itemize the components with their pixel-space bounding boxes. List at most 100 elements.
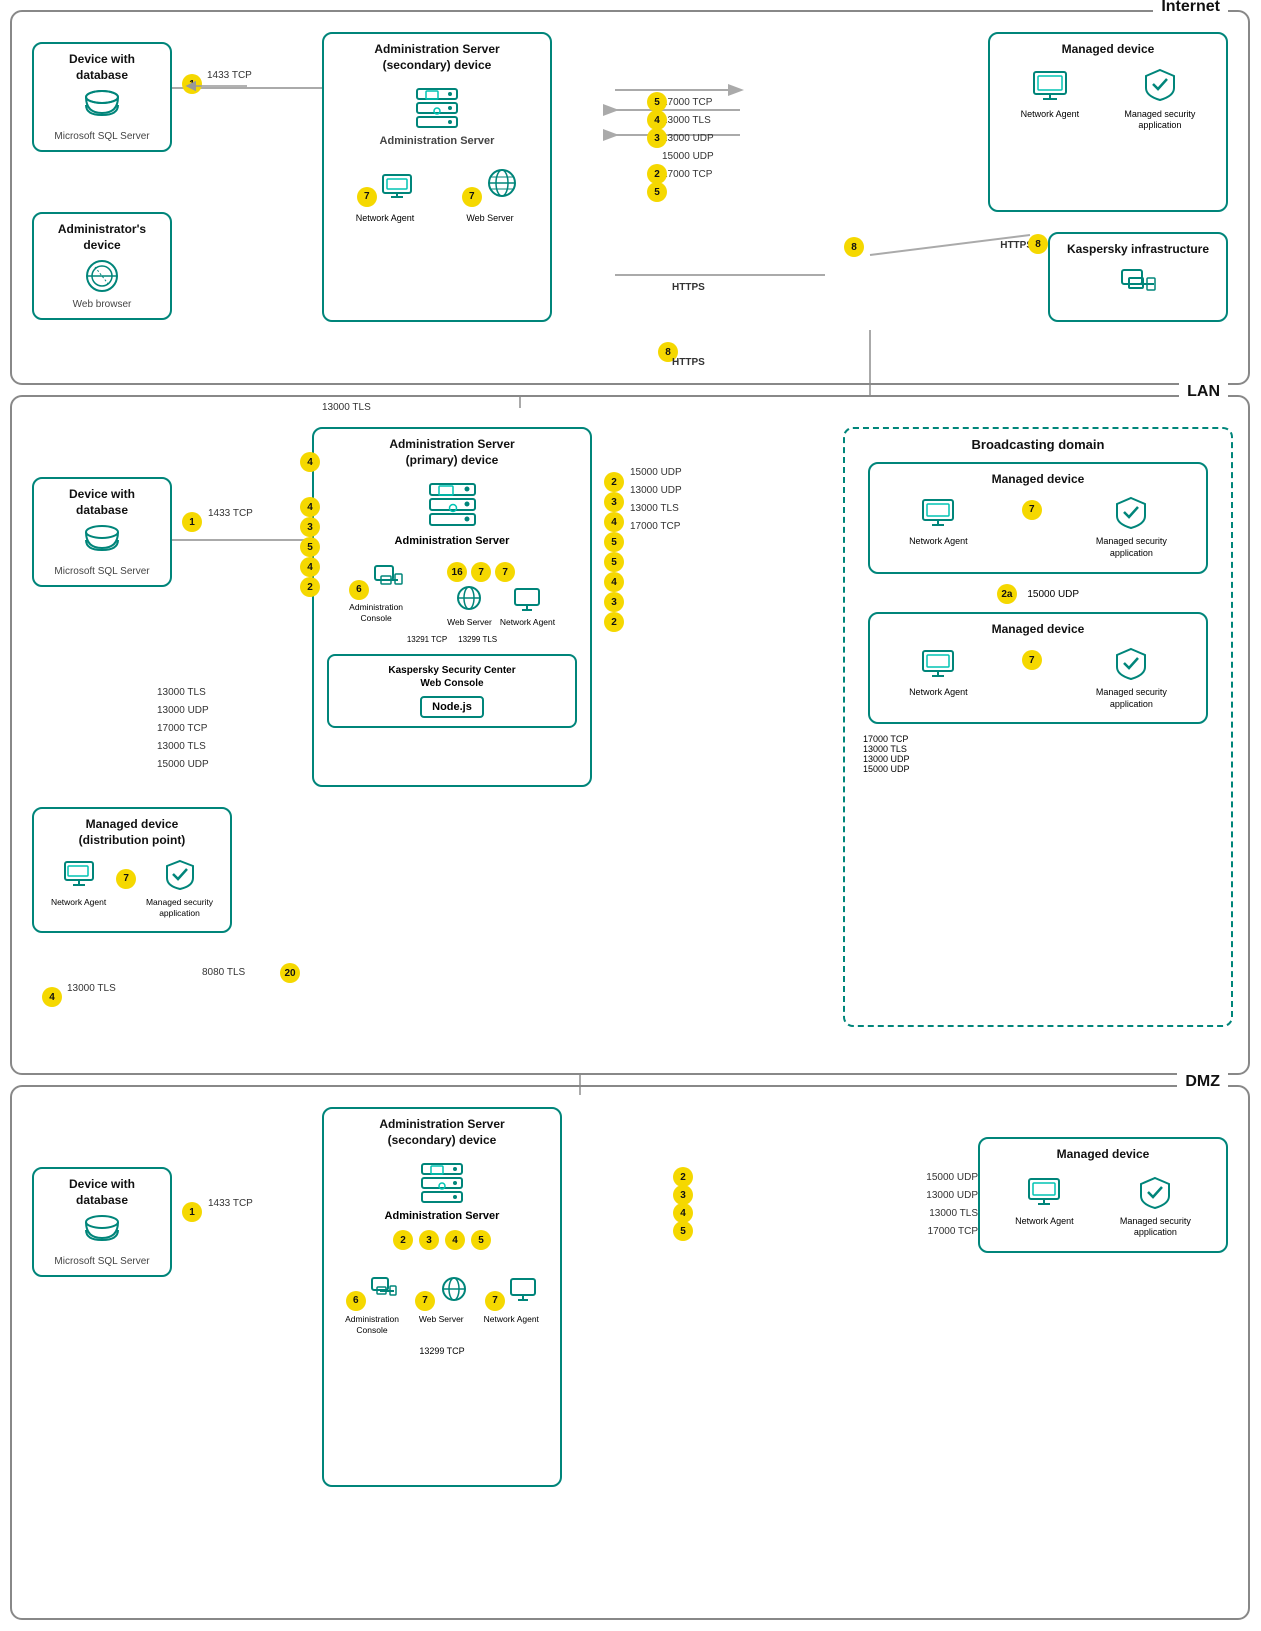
admin-console-icon-lan: [373, 562, 403, 592]
internet-db-subtitle: Microsoft SQL Server: [42, 131, 162, 142]
managed-security-bd1: [1114, 495, 1148, 529]
badge-4-13000tls-internet: 4: [647, 110, 667, 130]
port-15000udp-2a: 15000 UDP: [1027, 589, 1079, 600]
badge-7-websvr-dmz: 7: [415, 1291, 435, 1311]
badge-2-lan-left: 2: [300, 577, 320, 597]
port-13000tls-dmz: 13000 TLS: [929, 1208, 978, 1219]
database-icon-dmz: [82, 1212, 122, 1252]
lan-zone: LAN 13000 TLS Device with database Micro…: [10, 395, 1250, 1075]
badge-1-lan: 1: [182, 512, 202, 532]
port-17000tcp-lan-right: 17000 TCP: [630, 521, 680, 532]
badge-3b-lan-right: 3: [604, 592, 624, 612]
port-15000udp-lan-right: 15000 UDP: [630, 467, 682, 478]
web-server-label-dmz: Web Server: [415, 1314, 467, 1324]
network-agent-bd2-label: Network Agent: [909, 687, 968, 697]
lan-admin-primary-box: Administration Server(primary) device Ad…: [312, 427, 592, 787]
database-icon: [82, 87, 122, 127]
badge-4-dp-bottom: 4: [42, 987, 62, 1007]
badge-4-top-lan: 4: [300, 452, 320, 472]
badge-2-dmz-port: 2: [673, 1167, 693, 1187]
server-icon-dmz: [417, 1156, 467, 1206]
ports-bd-bottom: 17000 TCP 13000 TLS 13000 UDP 15000 UDP: [853, 734, 1223, 774]
badge-20-lan: 20: [280, 963, 300, 983]
badge-16-lan: 16: [447, 562, 467, 582]
internet-db-device: Device with database Microsoft SQL Serve…: [32, 42, 172, 152]
badge-7-dp: 7: [116, 869, 136, 889]
badge-4c-lan-right: 4: [604, 572, 624, 592]
diagram-container: Internet Device with database Microsoft …: [0, 0, 1261, 1631]
badge-2-lan-right: 2: [604, 472, 624, 492]
badge-2a-lan: 2a: [997, 584, 1017, 604]
port-13000udp-lan-right: 13000 UDP: [630, 485, 682, 496]
badge-7-netagt-internet: 7: [357, 187, 377, 207]
broadcasting-managed-1-title: Managed device: [878, 472, 1198, 488]
badge-7-websvr-lan: 7: [471, 562, 491, 582]
badge-5-lan-right: 5: [604, 532, 624, 552]
badge-5b-internet: 5: [647, 182, 667, 202]
managed-security-dmz: [1138, 1175, 1172, 1209]
dmz-admin-server-sublabel: Administration Server: [332, 1210, 552, 1222]
internet-label: Internet: [1153, 0, 1228, 16]
broadcasting-managed-2-title: Managed device: [878, 622, 1198, 638]
https-label-3: HTTPS: [672, 357, 705, 368]
dmz-admin-server-title: Administration Server(secondary) device: [332, 1117, 552, 1148]
admin-device-subtitle: Web browser: [42, 299, 162, 310]
dmz-db-device: Device with database Microsoft SQL Serve…: [32, 1167, 172, 1277]
badge-5-17000-internet: 5: [647, 92, 667, 112]
badge-3-lan-left: 3: [300, 517, 320, 537]
admin-console-label-dmz: AdministrationConsole: [345, 1314, 399, 1336]
port-13000udp-internet: 13000 UDP: [662, 133, 714, 144]
port-13000tls-dp-bottom: 13000 TLS: [67, 983, 116, 994]
web-server-label-lan: Web Server: [447, 617, 492, 627]
web-server-icon-internet: [486, 167, 518, 199]
network-agent-dp: [63, 858, 95, 890]
network-agent-bd1: [921, 495, 955, 529]
port-13000tls2-lan-left: 13000 TLS: [157, 741, 206, 752]
badge-4-dmz-right: 4: [445, 1230, 465, 1250]
web-server-icon-dmz: [440, 1275, 468, 1303]
badge-7-netagt-dmz: 7: [485, 1291, 505, 1311]
dmz-managed-device-title: Managed device: [988, 1147, 1218, 1163]
port-15000udp-lan-left: 15000 UDP: [157, 759, 209, 770]
internet-managed-device-title: Managed device: [998, 42, 1218, 58]
badge-7-bd2: 7: [1022, 650, 1042, 670]
badge-6-adminconsole: 6: [349, 580, 369, 600]
badge-4b-lan-left: 4: [300, 557, 320, 577]
internet-db-title: Device with database: [42, 52, 162, 83]
broadcasting-managed-device-1: Managed device Network Agent 7: [868, 462, 1208, 574]
port-13000tls-internet: 13000 TLS: [662, 115, 711, 126]
badge-5-lan-left: 5: [300, 537, 320, 557]
badge-8-https1: 8: [844, 237, 864, 257]
network-agent-bd1-label: Network Agent: [909, 536, 968, 546]
port-1433tcp-lan: 1433 TCP: [208, 508, 253, 519]
port-13000tls-top: 13000 TLS: [322, 402, 371, 413]
lan-db-subtitle: Microsoft SQL Server: [42, 566, 162, 577]
dmz-label: DMZ: [1177, 1073, 1228, 1091]
badge-8-https2: 8: [1028, 234, 1048, 254]
managed-security-dmz-label: Managed securityapplication: [1120, 1216, 1191, 1239]
port-13299tcp-dmz: 13299 TCP: [332, 1346, 552, 1356]
badge-6-dmz: 6: [346, 1291, 366, 1311]
kaspersky-icon: [1119, 262, 1157, 300]
port-17000tcp-lan-left: 17000 TCP: [157, 723, 207, 734]
port-17000tcp-dmz: 17000 TCP: [928, 1226, 978, 1237]
port-15000udp-dmz: 15000 UDP: [926, 1172, 978, 1183]
port-13000tls-lan-left: 13000 TLS: [157, 687, 206, 698]
badge-2-dmz-right: 2: [393, 1230, 413, 1250]
network-agent-label-dmz: Network Agent: [484, 1314, 539, 1324]
badge-3-lan-right: 3: [604, 492, 624, 512]
badge-4-lan-right: 4: [604, 512, 624, 532]
badge-4-dmz-port: 4: [673, 1203, 693, 1223]
managed-security-bd2: [1114, 646, 1148, 680]
port-15000udp-internet: 15000 UDP: [662, 151, 714, 162]
network-agent-icon-lan: [513, 584, 541, 612]
network-agent-label-internet: Network Agent: [356, 213, 415, 223]
managed-security-dp: [164, 858, 196, 890]
distribution-point-title: Managed device(distribution point): [42, 817, 222, 848]
ksc-webconsole-box: Kaspersky Security CenterWeb Console Nod…: [327, 654, 577, 728]
lan-db-title: Device with database: [42, 487, 162, 518]
database-icon-lan: [82, 522, 122, 562]
badge-3-dmz-port: 3: [673, 1185, 693, 1205]
managed-security-bd1-label: Managed securityapplication: [1096, 536, 1167, 559]
nodejs-box: Node.js: [420, 696, 484, 718]
